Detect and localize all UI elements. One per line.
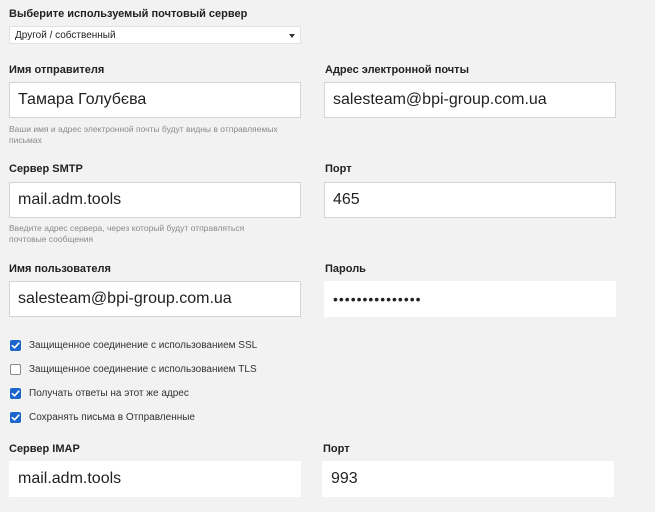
username-value: salesteam@bpi-group.com.ua — [18, 290, 232, 307]
password-input[interactable]: ••••••••••••••• — [324, 281, 616, 317]
imap-port-input[interactable]: 993 — [322, 461, 614, 497]
option-save-sent[interactable]: Сохранять письма в Отправленные — [10, 410, 257, 424]
password-mask: ••••••••••••••• — [333, 291, 422, 307]
server-select-label: Выберите используемый почтовый сервер — [9, 8, 248, 20]
checkmark-icon — [11, 413, 20, 421]
smtp-port-input[interactable]: 465 — [324, 182, 616, 218]
option-tls[interactable]: Защищенное соединение с использованием T… — [10, 362, 257, 376]
imap-server-value: mail.adm.tools — [18, 470, 122, 487]
smtp-port-label: Порт — [325, 163, 352, 175]
smtp-hint: Введите адрес сервера, через который буд… — [9, 223, 299, 245]
imap-server-label: Сервер IMAP — [9, 443, 80, 455]
email-label: Адрес электронной почты — [325, 64, 469, 76]
smtp-port-value: 465 — [333, 191, 360, 208]
checkbox-save-sent[interactable] — [10, 411, 21, 423]
sender-name-value: Тамара Голубєва — [18, 91, 147, 108]
option-ssl[interactable]: Защищенное соединение с использованием S… — [10, 338, 257, 352]
chevron-down-icon — [289, 34, 295, 38]
server-select[interactable]: Другой / собственный — [9, 26, 301, 44]
username-label: Имя пользователя — [9, 263, 111, 275]
options-list: Защищенное соединение с использованием S… — [10, 338, 257, 424]
smtp-server-input[interactable]: mail.adm.tools — [9, 182, 301, 218]
smtp-server-value: mail.adm.tools — [18, 191, 122, 208]
imap-server-input[interactable]: mail.adm.tools — [9, 461, 301, 497]
option-reply[interactable]: Получать ответы на этот же адрес — [10, 386, 257, 400]
imap-port-label: Порт — [323, 443, 350, 455]
email-value: salesteam@bpi-group.com.ua — [333, 91, 547, 108]
option-ssl-label: Защищенное соединение с использованием S… — [29, 339, 258, 351]
checkbox-ssl[interactable] — [10, 339, 21, 351]
smtp-server-label: Сервер SMTP — [9, 163, 83, 175]
checkbox-tls[interactable] — [10, 363, 21, 375]
imap-port-value: 993 — [331, 470, 358, 487]
smtp-hint-line: Введите адрес сервера, через который буд… — [9, 223, 245, 233]
smtp-hint-line: почтовые сообщения — [9, 234, 94, 244]
checkmark-icon — [11, 341, 20, 349]
sender-name-label: Имя отправителя — [9, 64, 105, 76]
email-input[interactable]: salesteam@bpi-group.com.ua — [324, 82, 616, 118]
checkbox-reply[interactable] — [10, 387, 21, 399]
password-label: Пароль — [325, 263, 366, 275]
sender-name-input[interactable]: Тамара Голубєва — [9, 82, 301, 118]
server-select-value: Другой / собственный — [15, 29, 116, 41]
sender-hint-line: Ваши имя и адрес электронной почты будут… — [9, 124, 278, 134]
sender-hint-line: письмах — [9, 135, 42, 145]
option-tls-label: Защищенное соединение с использованием T… — [29, 363, 257, 375]
checkmark-icon — [11, 389, 20, 397]
sender-hint: Ваши имя и адрес электронной почты будут… — [9, 124, 299, 146]
username-input[interactable]: salesteam@bpi-group.com.ua — [9, 281, 301, 317]
option-save-sent-label: Сохранять письма в Отправленные — [29, 411, 195, 423]
option-reply-label: Получать ответы на этот же адрес — [29, 387, 189, 399]
